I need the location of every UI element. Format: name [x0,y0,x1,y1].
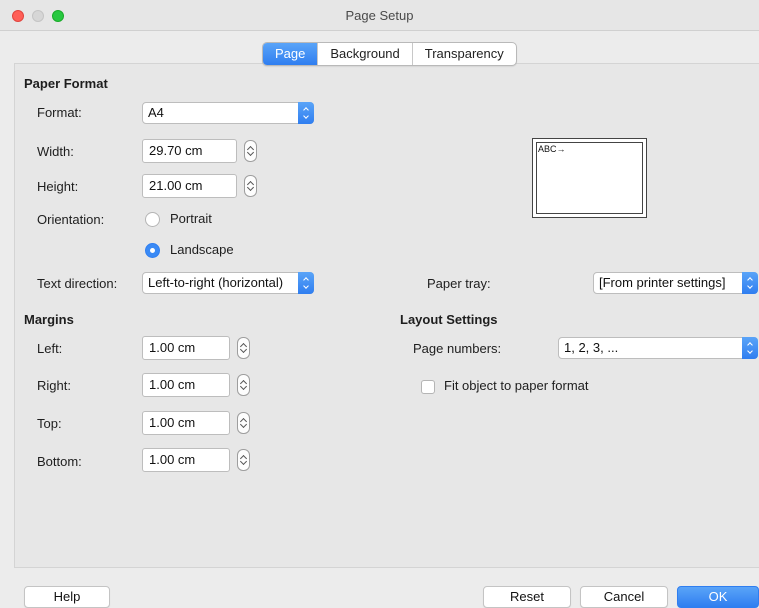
chevron-updown-icon [298,102,314,124]
portrait-label[interactable]: Portrait [170,211,212,226]
text-direction-value: Left-to-right (horizontal) [148,275,284,290]
landscape-label[interactable]: Landscape [170,242,234,257]
width-label: Width: [37,144,74,159]
page-preview-margin-box: ABC→ [536,142,643,214]
page-numbers-select[interactable]: 1, 2, 3, ... [558,337,758,359]
preview-text: ABC→ [538,144,566,154]
fit-object-checkbox[interactable] [421,380,435,394]
title-bar: Page Setup [0,0,759,31]
margin-bottom-label: Bottom: [37,454,82,469]
window-title: Page Setup [345,8,414,23]
page-tab-panel [14,63,759,568]
reset-button[interactable]: Reset [483,586,571,608]
format-value: A4 [148,105,164,120]
page-preview: ABC→ [532,138,647,218]
width-input[interactable]: 29.70 cm [142,139,237,163]
portrait-radio[interactable] [145,212,160,227]
margin-left-input[interactable]: 1.00 cm [142,336,230,360]
height-stepper[interactable] [244,175,257,197]
tab-transparency[interactable]: Transparency [411,43,516,65]
margins-heading: Margins [24,312,74,327]
help-button[interactable]: Help [24,586,110,608]
fit-object-label[interactable]: Fit object to paper format [444,378,589,393]
margin-top-input[interactable]: 1.00 cm [142,411,230,435]
height-input[interactable]: 21.00 cm [142,174,237,198]
format-select[interactable]: A4 [142,102,314,124]
margin-bottom-input[interactable]: 1.00 cm [142,448,230,472]
orientation-label: Orientation: [37,212,105,227]
margin-top-stepper[interactable] [237,412,250,434]
paper-format-heading: Paper Format [24,76,108,91]
chevron-updown-icon [742,272,758,294]
text-direction-label: Text direction: [37,276,118,291]
height-label: Height: [37,179,79,194]
landscape-radio[interactable] [145,243,160,258]
margin-right-stepper[interactable] [237,374,250,396]
chevron-updown-icon [742,337,758,359]
tab-page[interactable]: Page [263,43,318,65]
margin-right-label: Right: [37,378,71,393]
page-numbers-value: 1, 2, 3, ... [564,340,619,355]
tab-bar: Page Background Transparency [262,42,517,66]
format-label: Format: [37,105,82,120]
margin-right-input[interactable]: 1.00 cm [142,373,230,397]
margin-left-stepper[interactable] [237,337,250,359]
ok-button[interactable]: OK [677,586,759,608]
margin-bottom-stepper[interactable] [237,449,250,471]
page-numbers-label: Page numbers: [413,341,502,356]
cancel-button[interactable]: Cancel [580,586,668,608]
paper-tray-select[interactable]: [From printer settings] [593,272,758,294]
tab-background[interactable]: Background [317,43,411,65]
text-direction-select[interactable]: Left-to-right (horizontal) [142,272,314,294]
layout-settings-heading: Layout Settings [400,312,498,327]
paper-tray-value: [From printer settings] [599,275,726,290]
margin-top-label: Top: [37,416,62,431]
width-stepper[interactable] [244,140,257,162]
chevron-updown-icon [298,272,314,294]
paper-tray-label: Paper tray: [427,276,491,291]
margin-left-label: Left: [37,341,63,356]
